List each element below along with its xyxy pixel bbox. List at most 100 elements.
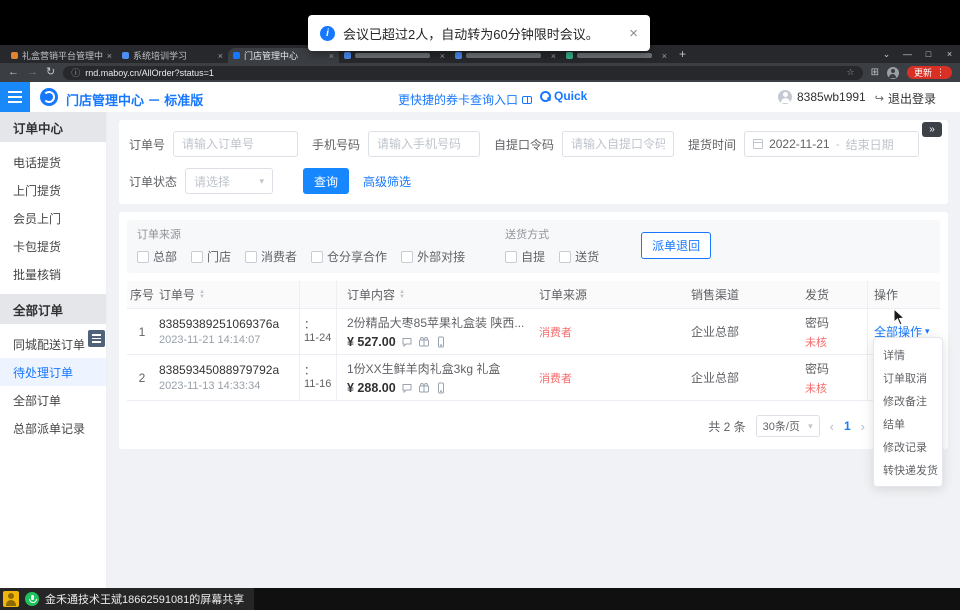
checkbox-self-pickup[interactable]: 自提 xyxy=(505,248,545,265)
phone-input[interactable] xyxy=(368,131,480,157)
address-bar[interactable]: ⓘ rnd.maboy.cn/AllOrder?status=1 ☆ xyxy=(63,66,862,80)
header-order-content: 订单内容 ▲▼ xyxy=(337,286,529,303)
checkbox-label: 消费者 xyxy=(261,248,297,265)
checkbox-label: 外部对接 xyxy=(417,248,465,265)
meeting-toast: i 会议已超过2人，自动转为60分钟限时会议。 × xyxy=(308,15,650,51)
pickup-code-input[interactable] xyxy=(562,131,674,157)
tab-close-icon[interactable]: × xyxy=(440,51,445,61)
dispatch-return-button[interactable]: 派单退回 xyxy=(641,232,711,259)
user-account[interactable]: 8385wb1991 xyxy=(778,90,866,104)
checkbox-label: 自提 xyxy=(521,248,545,265)
close-window-button[interactable]: × xyxy=(939,49,960,59)
minimize-button[interactable]: — xyxy=(897,49,918,59)
order-price: ¥ 527.00 xyxy=(347,335,396,349)
table-row: 2 83859345088979792a 2023-11-13 14:33:34… xyxy=(127,355,940,401)
sort-icon[interactable]: ▲▼ xyxy=(399,290,405,300)
checkbox-hq[interactable]: 总部 xyxy=(137,248,177,265)
sidebar-item-batch-verify[interactable]: 批量核销 xyxy=(0,260,106,288)
bookmark-star-icon[interactable]: ☆ xyxy=(847,67,855,78)
sidebar-group-all-orders[interactable]: 全部订单 xyxy=(0,294,106,324)
menu-item-edit-history[interactable]: 修改记录 xyxy=(874,435,942,458)
extensions-icon[interactable]: ⊞ xyxy=(871,67,879,78)
sort-icon[interactable]: ▲▼ xyxy=(199,290,205,300)
checkbox-icon xyxy=(245,251,257,263)
chrome-update-button[interactable]: 更新 ⋮ xyxy=(907,66,952,79)
next-page-button[interactable]: › xyxy=(861,419,865,434)
sidebar-item-phone-pickup[interactable]: 电话提货 xyxy=(0,148,106,176)
sidebar-toggle-button[interactable] xyxy=(88,330,105,347)
menu-item-close-order[interactable]: 结单 xyxy=(874,412,942,435)
hamburger-menu-button[interactable] xyxy=(0,82,30,112)
tab-search-icon[interactable]: ⌄ xyxy=(876,49,897,60)
ship-status: 未核 xyxy=(805,334,867,350)
total-count: 共 2 条 xyxy=(708,418,745,435)
order-status-select[interactable]: 请选择 ▾ xyxy=(185,168,273,194)
browser-toolbar: ← → ↻ ⓘ rnd.maboy.cn/AllOrder?status=1 ☆… xyxy=(0,63,960,82)
clipped-cell: ： 11-24 xyxy=(299,309,337,354)
calendar-icon xyxy=(753,139,763,149)
browser-profile-icon[interactable] xyxy=(887,67,899,79)
coupon-query-link[interactable]: 更快捷的券卡查询入口 xyxy=(398,91,532,108)
order-time: 2023-11-21 14:14:07 xyxy=(159,334,299,346)
tab-close-icon[interactable]: × xyxy=(662,51,667,61)
new-tab-button[interactable]: + xyxy=(679,47,686,61)
search-button[interactable]: 查询 xyxy=(303,168,349,194)
tab-close-icon[interactable]: × xyxy=(551,51,556,61)
list-filter-box: 订单来源 总部 门店 消费者 仓分享合作 外部对接 送货方式 xyxy=(127,220,940,273)
browser-tab-2[interactable]: 系统培训学习 × xyxy=(117,48,228,63)
pickup-date-range-input[interactable]: 2022-11-21 - 结束日期 xyxy=(744,131,919,157)
order-no-cell: 83859389251069376a 2023-11-21 14:14:07 xyxy=(157,317,299,346)
tab-close-icon[interactable]: × xyxy=(107,51,112,61)
menu-item-cancel-order[interactable]: 订单取消 xyxy=(874,366,942,389)
prev-page-button[interactable]: ‹ xyxy=(830,419,834,434)
sidebar-group-order-center[interactable]: 订单中心 xyxy=(0,112,106,142)
order-no-input[interactable] xyxy=(173,131,298,157)
toast-close-icon[interactable]: × xyxy=(629,25,638,42)
sidebar-item-door-pickup[interactable]: 上门提货 xyxy=(0,176,106,204)
advanced-filter-link[interactable]: 高级筛选 xyxy=(363,173,411,190)
window-controls: ⌄ — □ × xyxy=(876,45,960,63)
sidebar-item-pending-orders[interactable]: 待处理订单 xyxy=(0,358,106,386)
site-info-icon[interactable]: ⓘ xyxy=(71,66,80,79)
panel-collapse-button[interactable]: » xyxy=(922,122,942,137)
menu-dots-icon: ⋮ xyxy=(936,67,945,78)
tab-favicon xyxy=(566,52,573,59)
checkbox-icon xyxy=(137,251,149,263)
quick-search-link[interactable]: Quick xyxy=(540,89,587,103)
menu-item-express-ship[interactable]: 转快递发货 xyxy=(874,458,942,481)
order-content-cell: 1份XX生鲜羊肉礼盒3kg 礼盒 ¥ 288.00 xyxy=(337,360,529,395)
checkbox-store[interactable]: 门店 xyxy=(191,248,231,265)
back-button[interactable]: ← xyxy=(8,67,19,78)
sidebar-item-hq-dispatch-records[interactable]: 总部派单记录 xyxy=(0,414,106,442)
order-price: ¥ 288.00 xyxy=(347,381,396,395)
checkbox-external[interactable]: 外部对接 xyxy=(401,248,465,265)
actions-dropdown-menu: 详情 订单取消 修改备注 结单 修改记录 转快递发货 xyxy=(873,337,943,487)
sidebar-item-card-pickup[interactable]: 卡包提货 xyxy=(0,232,106,260)
forward-button[interactable]: → xyxy=(27,67,38,78)
reload-button[interactable]: ↻ xyxy=(46,67,55,78)
menu-item-edit-remark[interactable]: 修改备注 xyxy=(874,389,942,412)
sidebar-item-all-orders[interactable]: 全部订单 xyxy=(0,386,106,414)
order-source-label: 订单来源 xyxy=(137,226,479,242)
pickup-code-label: 自提口令码 xyxy=(494,136,554,153)
message-icon xyxy=(401,382,413,394)
header-sales-channel: 销售渠道 xyxy=(687,286,799,303)
screen-share-text: 金禾通技术王斌18662591081的屏幕共享 xyxy=(45,591,244,607)
order-source-cell: 消费者 xyxy=(529,370,687,386)
checkbox-delivery[interactable]: 送货 xyxy=(559,248,599,265)
row-index: 2 xyxy=(127,371,157,385)
browser-tab-1[interactable]: 礼盒营销平台管理中心 × xyxy=(6,48,117,63)
chevron-down-icon: ▾ xyxy=(259,176,264,187)
menu-item-details[interactable]: 详情 xyxy=(874,343,942,366)
current-page[interactable]: 1 xyxy=(844,419,851,433)
maximize-button[interactable]: □ xyxy=(918,49,939,59)
page-size-select[interactable]: 30条/页 ▾ xyxy=(756,415,820,437)
checkbox-consumer[interactable]: 消费者 xyxy=(245,248,297,265)
tab-close-icon[interactable]: × xyxy=(218,51,223,61)
tab-close-icon[interactable]: × xyxy=(329,51,334,61)
logout-button[interactable]: ↪ 退出登录 xyxy=(875,90,936,107)
checkbox-warehouse-share[interactable]: 仓分享合作 xyxy=(311,248,387,265)
checkbox-icon xyxy=(311,251,323,263)
shipping-cell: 密码 未核 xyxy=(799,360,867,396)
sidebar-item-member-visit[interactable]: 会员上门 xyxy=(0,204,106,232)
